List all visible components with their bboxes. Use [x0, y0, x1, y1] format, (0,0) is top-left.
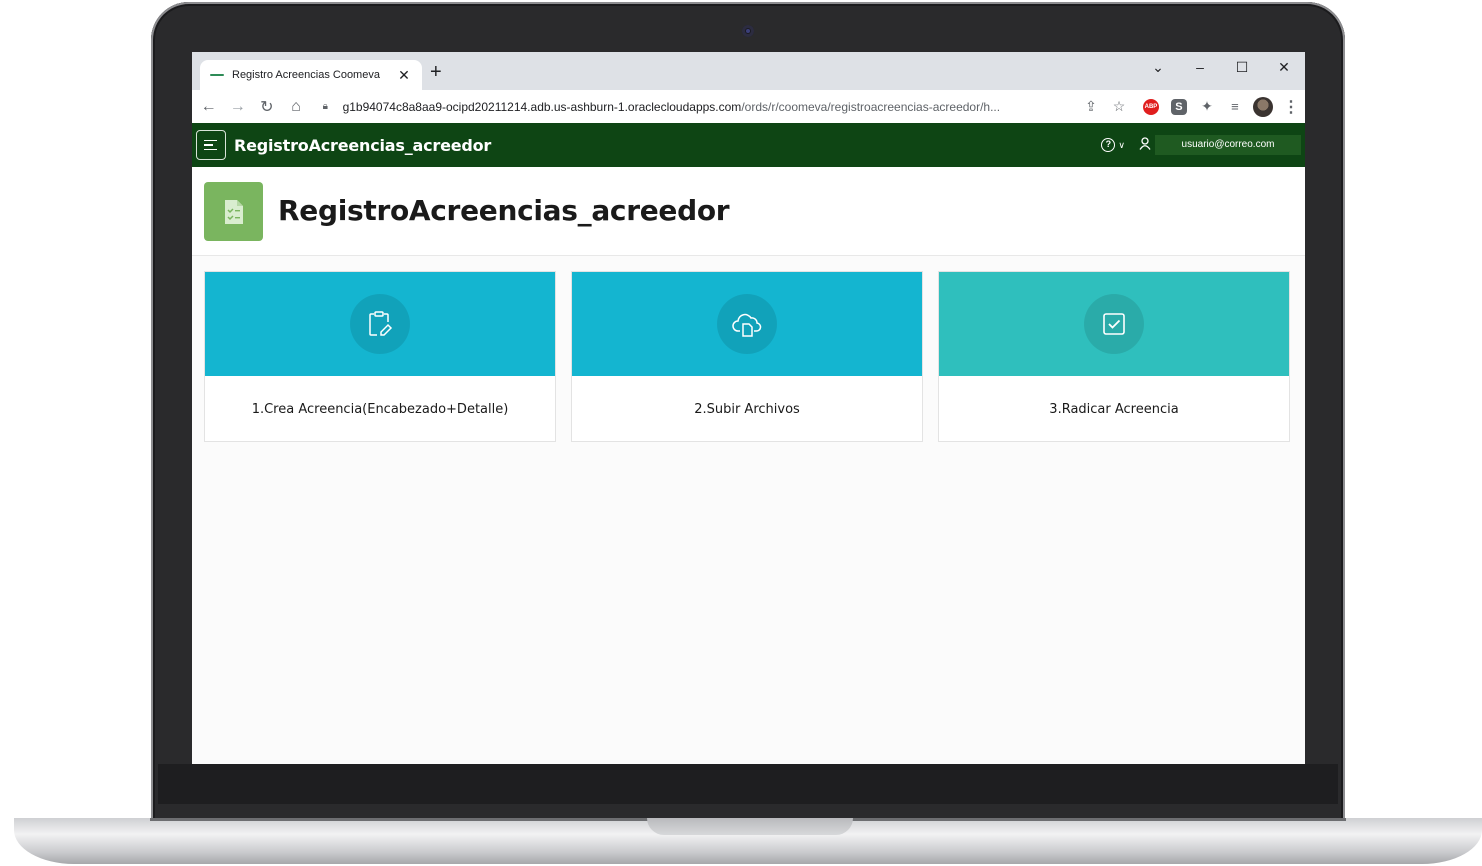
- page-hero: RegistroAcreencias_acreedor: [192, 167, 1305, 256]
- bookmark-star-icon[interactable]: ☆: [1105, 98, 1133, 115]
- help-menu-button[interactable]: ? ∨: [1101, 138, 1125, 152]
- app-header: RegistroAcreencias_acreedor ? ∨ usuario@…: [192, 123, 1305, 167]
- media-control-icon[interactable]: ≡: [1221, 99, 1249, 114]
- page-title: RegistroAcreencias_acreedor: [278, 194, 730, 227]
- tab-search-icon[interactable]: ⌄: [1137, 59, 1179, 76]
- skype-extension[interactable]: S: [1165, 98, 1193, 115]
- extensions-puzzle-icon[interactable]: ✦: [1193, 98, 1221, 115]
- card-subir-archivos[interactable]: 2.Subir Archivos: [571, 271, 923, 442]
- adblock-icon: ABP: [1142, 98, 1159, 115]
- forward-icon[interactable]: →: [225, 98, 250, 116]
- browser-tab[interactable]: Registro Acreencias Coomeva ✕: [200, 60, 422, 90]
- favicon-icon: [210, 68, 224, 82]
- cloud-file-icon: [717, 294, 777, 354]
- reload-icon[interactable]: ↻: [254, 97, 279, 117]
- cards-region: 1.Crea Acreencia(Encabezado+Detalle) 2.S…: [204, 271, 1291, 443]
- avatar: [1252, 96, 1273, 117]
- user-icon: [1139, 137, 1151, 153]
- checklist-document-icon: [204, 182, 263, 241]
- adblock-extension[interactable]: ABP: [1137, 98, 1165, 115]
- chevron-down-icon: ∨: [1118, 139, 1125, 150]
- address-bar[interactable]: 🔒︎ g1b94074c8a8aa9-ocipd20211214.adb.us-…: [317, 94, 1071, 120]
- lock-icon: 🔒︎: [322, 101, 328, 112]
- new-tab-button[interactable]: +: [430, 62, 442, 82]
- check-square-icon: [1084, 294, 1144, 354]
- help-icon: ?: [1101, 138, 1116, 152]
- card-header: [205, 272, 555, 376]
- laptop-notch: [647, 818, 853, 835]
- url-host: g1b94074c8a8aa9-ocipd20211214.adb.us-ash…: [342, 99, 742, 114]
- card-crea-acreencia[interactable]: 1.Crea Acreencia(Encabezado+Detalle): [204, 271, 556, 442]
- browser-toolbar: ← → ↻ ⌂ 🔒︎ g1b94074c8a8aa9-ocipd20211214…: [192, 90, 1305, 123]
- camera: [742, 25, 754, 37]
- minimize-icon[interactable]: –: [1179, 59, 1221, 75]
- hamburger-menu-icon[interactable]: [196, 130, 226, 160]
- home-icon[interactable]: ⌂: [283, 98, 308, 116]
- card-label: 3.Radicar Acreencia: [1049, 401, 1179, 417]
- clipboard-edit-icon: [350, 294, 410, 354]
- close-window-icon[interactable]: ✕: [1263, 59, 1305, 76]
- skype-icon: S: [1170, 98, 1187, 115]
- profile-avatar[interactable]: [1249, 96, 1277, 117]
- card-radicar-acreencia[interactable]: 3.Radicar Acreencia: [938, 271, 1290, 442]
- laptop-bezel: [158, 764, 1338, 804]
- window-controls: ⌄ – ☐ ✕: [1137, 52, 1305, 82]
- url-path: /ords/r/coomeva/registroacreencias-acree…: [741, 99, 1001, 114]
- tab-title: Registro Acreencias Coomeva: [232, 69, 380, 81]
- maximize-icon[interactable]: ☐: [1221, 59, 1263, 76]
- card-label: 2.Subir Archivos: [694, 401, 800, 417]
- user-email[interactable]: usuario@correo.com: [1155, 135, 1301, 155]
- share-icon[interactable]: ⇪: [1077, 98, 1105, 115]
- browser-tab-bar: Registro Acreencias Coomeva ✕ + ⌄ – ☐ ✕: [192, 52, 1305, 90]
- card-label: 1.Crea Acreencia(Encabezado+Detalle): [251, 401, 509, 417]
- close-tab-icon[interactable]: ✕: [396, 67, 412, 84]
- screen: Registro Acreencias Coomeva ✕ + ⌄ – ☐ ✕ …: [192, 52, 1305, 764]
- card-header: [572, 272, 922, 376]
- back-icon[interactable]: ←: [196, 98, 221, 116]
- browser-menu-icon[interactable]: ⋮: [1277, 97, 1305, 117]
- card-header: [939, 272, 1289, 376]
- app-title[interactable]: RegistroAcreencias_acreedor: [234, 136, 491, 155]
- page-body: RegistroAcreencias_acreedor 1.Crea Acree…: [192, 167, 1305, 764]
